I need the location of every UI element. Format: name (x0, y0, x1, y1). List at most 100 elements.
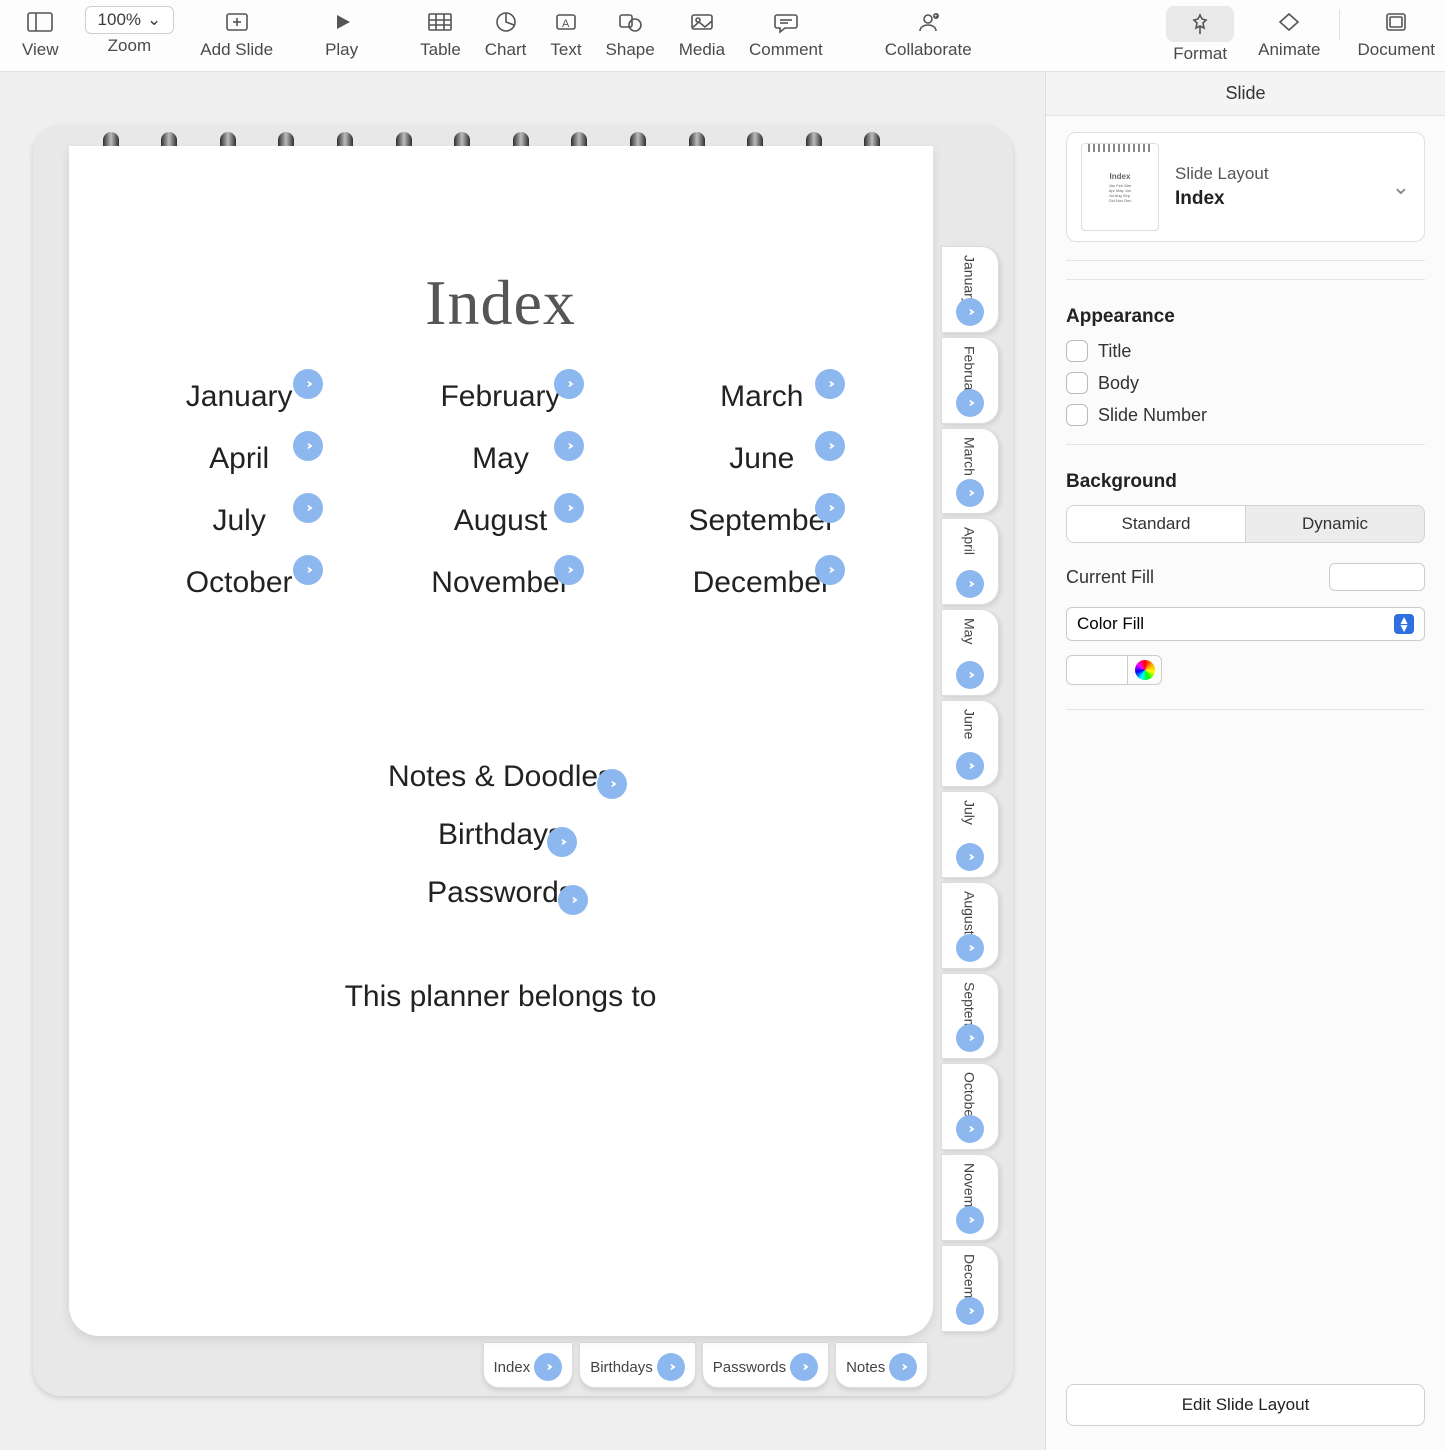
link-arrow-icon (554, 555, 584, 585)
bottom-tab-index[interactable]: Index (483, 1342, 574, 1388)
page-title[interactable]: Index (109, 266, 893, 340)
link-arrow-icon (534, 1353, 562, 1381)
month-link-january[interactable]: January (109, 380, 370, 414)
animate-label: Animate (1258, 40, 1320, 60)
link-arrow-icon (558, 885, 588, 915)
comment-button[interactable]: Comment (749, 6, 823, 60)
side-tab-february[interactable]: February (941, 337, 999, 424)
slide-layout-picker[interactable]: Index Jan Feb MarApr May JunJul Aug SepO… (1066, 132, 1425, 242)
body-checkbox[interactable]: Body (1066, 372, 1425, 394)
layout-label: Slide Layout (1175, 164, 1269, 184)
extra-link[interactable]: Passwords (427, 876, 574, 910)
shape-button[interactable]: Shape (606, 6, 655, 60)
side-tab-july[interactable]: July (941, 791, 999, 878)
side-tab-september[interactable]: September (941, 973, 999, 1060)
view-button[interactable]: View (22, 6, 59, 60)
document-label: Document (1358, 40, 1435, 60)
play-label: Play (325, 40, 358, 60)
format-button[interactable]: Format (1166, 6, 1234, 64)
add-slide-button[interactable]: Add Slide (200, 6, 273, 60)
month-link-november[interactable]: November (370, 566, 631, 600)
canvas-area[interactable]: JanuaryFebruaryMarchAprilMayJuneJulyAugu… (0, 72, 1045, 1450)
extras-list: Notes & Doodles Birthdays Passwords (109, 760, 893, 910)
side-tab-march[interactable]: March (941, 428, 999, 515)
chevron-down-icon: ⌄ (1392, 174, 1410, 200)
table-button[interactable]: Table (420, 6, 461, 60)
month-link-december[interactable]: December (631, 566, 892, 600)
link-arrow-icon (790, 1353, 818, 1381)
text-label: Text (550, 40, 581, 60)
edit-slide-layout-button[interactable]: Edit Slide Layout (1066, 1384, 1425, 1426)
side-tab-january[interactable]: January (941, 246, 999, 333)
extra-link[interactable]: Notes & Doodles (388, 760, 613, 794)
month-link-february[interactable]: February (370, 380, 631, 414)
seg-dynamic[interactable]: Dynamic (1246, 506, 1424, 542)
comment-label: Comment (749, 40, 823, 60)
chevron-down-icon: ⌄ (147, 10, 161, 30)
link-arrow-icon (956, 752, 984, 780)
link-arrow-icon (889, 1353, 917, 1381)
belongs-text[interactable]: This planner belongs to (109, 980, 893, 1014)
extra-link[interactable]: Birthdays (438, 818, 563, 852)
link-arrow-icon (547, 827, 577, 857)
main: JanuaryFebruaryMarchAprilMayJuneJulyAugu… (0, 72, 1445, 1450)
bottom-tab-birthdays[interactable]: Birthdays (579, 1342, 696, 1388)
link-arrow-icon (293, 555, 323, 585)
bottom-tab-notes[interactable]: Notes (835, 1342, 928, 1388)
document-button[interactable]: Document (1358, 6, 1435, 60)
add-slide-label: Add Slide (200, 40, 273, 60)
month-link-march[interactable]: March (631, 380, 892, 414)
month-link-june[interactable]: June (631, 442, 892, 476)
month-link-september[interactable]: September (631, 504, 892, 538)
title-checkbox[interactable]: Title (1066, 340, 1425, 362)
zoom-value: 100% (98, 10, 141, 30)
seg-standard[interactable]: Standard (1067, 506, 1246, 542)
side-tab-june[interactable]: June (941, 700, 999, 787)
animate-button[interactable]: Animate (1258, 6, 1320, 60)
media-button[interactable]: Media (679, 6, 725, 60)
appearance-heading: Appearance (1066, 306, 1425, 328)
slide-number-checkbox[interactable]: Slide Number (1066, 404, 1425, 426)
fill-type-select[interactable]: Color Fill ▲▼ (1066, 607, 1425, 641)
shape-label: Shape (606, 40, 655, 60)
slide-page[interactable]: Index JanuaryFebruaryMarch AprilMayJune Ju… (69, 146, 933, 1336)
month-link-april[interactable]: April (109, 442, 370, 476)
month-link-july[interactable]: July (109, 504, 370, 538)
inspector: Slide Index Jan Feb MarApr May JunJul Au… (1045, 72, 1445, 1450)
inspector-tab-slide[interactable]: Slide (1046, 72, 1445, 116)
month-link-may[interactable]: May (370, 442, 631, 476)
side-tab-november[interactable]: November (941, 1154, 999, 1241)
side-tabs: JanuaryFebruaryMarchAprilMayJuneJulyAugu… (941, 246, 999, 1336)
link-arrow-icon (956, 479, 984, 507)
bottom-tab-passwords[interactable]: Passwords (702, 1342, 829, 1388)
zoom-control[interactable]: 100%⌄ Zoom (85, 6, 175, 56)
media-label: Media (679, 40, 725, 60)
link-arrow-icon (554, 493, 584, 523)
link-arrow-icon (956, 1115, 984, 1143)
side-tab-august[interactable]: August (941, 882, 999, 969)
current-fill-swatch[interactable] (1329, 563, 1425, 591)
toolbar-separator (1339, 10, 1340, 40)
collaborate-button[interactable]: + Collaborate (885, 6, 972, 60)
play-button[interactable]: Play (325, 6, 358, 60)
month-link-august[interactable]: August (370, 504, 631, 538)
color-picker-button[interactable] (1128, 655, 1162, 685)
link-arrow-icon (293, 493, 323, 523)
side-tab-may[interactable]: May (941, 609, 999, 696)
side-tab-october[interactable]: October (941, 1063, 999, 1150)
side-tab-december[interactable]: December (941, 1245, 999, 1332)
chart-button[interactable]: Chart (485, 6, 527, 60)
format-label: Format (1173, 44, 1227, 64)
month-link-october[interactable]: October (109, 566, 370, 600)
link-arrow-icon (554, 369, 584, 399)
table-label: Table (420, 40, 461, 60)
link-arrow-icon (815, 431, 845, 461)
collaborate-label: Collaborate (885, 40, 972, 60)
background-mode-segmented[interactable]: Standard Dynamic (1066, 505, 1425, 543)
slide[interactable]: JanuaryFebruaryMarchAprilMayJuneJulyAugu… (33, 126, 1013, 1396)
link-arrow-icon (956, 1206, 984, 1234)
side-tab-april[interactable]: April (941, 518, 999, 605)
layout-name: Index (1175, 188, 1269, 210)
fill-color-well[interactable] (1066, 655, 1128, 685)
text-button[interactable]: A Text (550, 6, 581, 60)
